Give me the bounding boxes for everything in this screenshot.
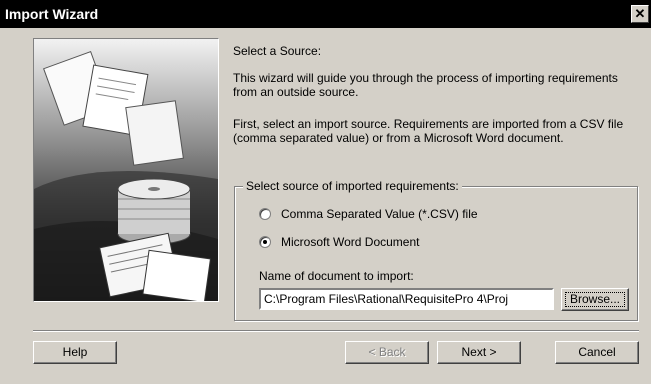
intro-text: This wizard will guide you through the p…	[233, 71, 618, 99]
source-groupbox: Select source of imported requirements: …	[234, 179, 638, 321]
button-separator	[33, 330, 639, 332]
title-bar: Import Wizard ✕	[0, 0, 651, 28]
help-button[interactable]: Help	[33, 341, 117, 364]
radio-word-label[interactable]: Microsoft Word Document	[281, 235, 420, 249]
document-path-input[interactable]: C:\Program Files\Rational\RequisitePro 4…	[259, 288, 554, 310]
radio-word-option[interactable]: Microsoft Word Document	[259, 235, 420, 249]
documents-disks-illustration	[34, 39, 218, 301]
radio-csv[interactable]	[259, 208, 271, 220]
wizard-illustration	[33, 38, 219, 302]
window-title: Import Wizard	[5, 6, 99, 22]
radio-word[interactable]	[259, 236, 271, 248]
radio-csv-option[interactable]: Comma Separated Value (*.CSV) file	[259, 207, 478, 221]
browse-button[interactable]: Browse...	[561, 288, 629, 311]
page-heading: Select a Source:	[233, 44, 322, 58]
next-button[interactable]: Next >	[437, 341, 521, 364]
cancel-button[interactable]: Cancel	[555, 341, 639, 364]
instructions-text: First, select an import source. Requirem…	[233, 117, 624, 145]
back-button[interactable]: < Back	[345, 341, 429, 364]
document-name-label: Name of document to import:	[259, 269, 414, 283]
close-icon[interactable]: ✕	[631, 5, 649, 23]
radio-csv-label[interactable]: Comma Separated Value (*.CSV) file	[281, 207, 478, 221]
groupbox-legend: Select source of imported requirements:	[243, 179, 462, 193]
